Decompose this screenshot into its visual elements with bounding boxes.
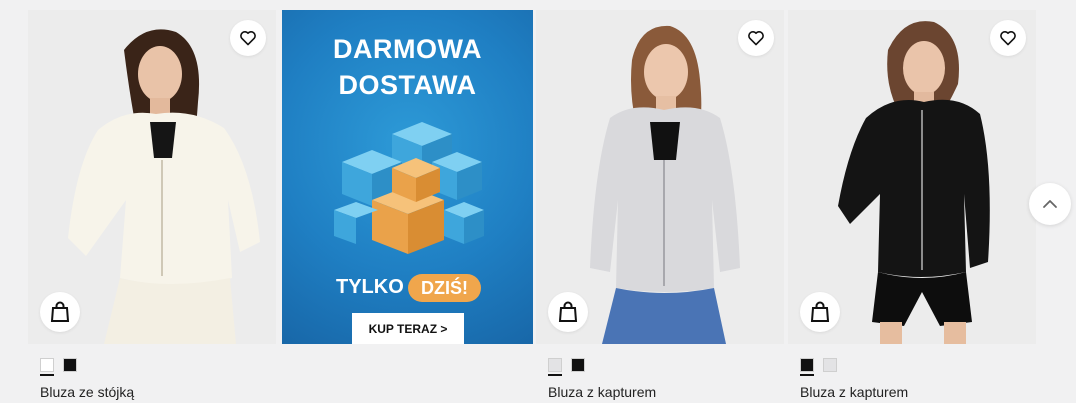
color-swatch[interactable] <box>800 358 814 376</box>
add-to-cart-button[interactable] <box>40 292 80 332</box>
color-swatch[interactable] <box>63 358 77 372</box>
scroll-to-top-button[interactable] <box>1029 183 1071 225</box>
color-swatch[interactable] <box>823 358 837 372</box>
product-card[interactable]: Bluza z kapturem <box>788 10 1038 403</box>
promo-title-line2: DOSTAWA <box>338 70 477 100</box>
add-to-cart-button[interactable] <box>548 292 588 332</box>
promo-tylko-text: TYLKO <box>336 276 404 298</box>
product-card[interactable]: Bluza z kapturem <box>536 10 784 403</box>
product-name[interactable]: Bluza z kapturem <box>548 384 656 400</box>
product-name[interactable]: Bluza ze stójką <box>40 384 134 400</box>
favorite-button[interactable] <box>230 20 266 56</box>
product-image[interactable] <box>788 10 1036 344</box>
favorite-button[interactable] <box>990 20 1026 56</box>
heart-icon <box>748 31 764 46</box>
shopping-bag-icon <box>558 301 578 322</box>
product-card[interactable]: Bluza ze stójką <box>28 10 276 403</box>
color-swatches <box>800 358 837 376</box>
heart-icon <box>240 31 256 46</box>
product-image[interactable] <box>536 10 784 344</box>
product-image[interactable] <box>28 10 276 344</box>
promo-banner[interactable]: DARMOWA DOSTAWA TYLKO DZIŚ! KUP TERAZ > <box>282 10 533 403</box>
buy-now-button[interactable]: KUP TERAZ > <box>352 313 464 344</box>
promo-title-line1: DARMOWA <box>333 34 482 64</box>
chevron-up-icon <box>1043 200 1057 208</box>
promo-dzis-badge: DZIŚ! <box>408 274 481 302</box>
product-name[interactable]: Bluza z kapturem <box>800 384 908 400</box>
add-to-cart-button[interactable] <box>800 292 840 332</box>
color-swatch[interactable] <box>571 358 585 372</box>
shopping-bag-icon <box>50 301 70 322</box>
color-swatch[interactable] <box>40 358 54 376</box>
color-swatch[interactable] <box>548 358 562 376</box>
favorite-button[interactable] <box>738 20 774 56</box>
shopping-bag-icon <box>810 301 830 322</box>
color-swatches <box>548 358 585 376</box>
color-swatches <box>40 358 77 376</box>
heart-icon <box>1000 31 1016 46</box>
product-grid: Bluza ze stójką DARMOWA DOSTAWA TYLKO DZ… <box>28 10 1038 403</box>
boxes-illustration <box>334 122 484 254</box>
